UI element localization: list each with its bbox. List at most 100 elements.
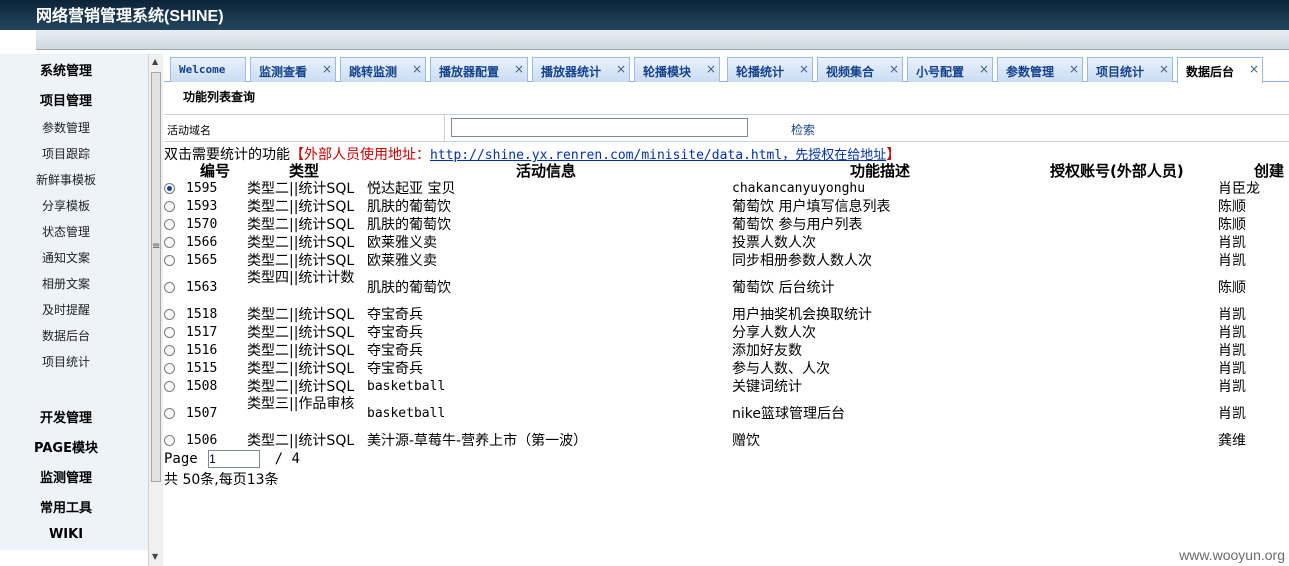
table-row[interactable]: 1563 类型四||统计计数 肌肤的葡萄饮 葡萄饮 后台统计 陈顺: [164, 270, 1289, 306]
tab-data-backend[interactable]: 数据后台 ×: [1177, 57, 1263, 83]
sidebar-item-album-copy[interactable]: 相册文案: [0, 275, 132, 292]
close-icon[interactable]: ×: [979, 62, 989, 76]
table-row[interactable]: 1565 类型二||统计SQL 欧莱雅义卖 同步相册参数人数人次 肖凯: [164, 252, 1289, 270]
external-access-link[interactable]: http://shine.yx.renren.com/minisite/data…: [430, 148, 886, 163]
table-row[interactable]: 1595 类型二||统计SQL 悦达起亚 宝贝 chakancanyuyongh…: [164, 180, 1289, 198]
search-input[interactable]: [451, 118, 748, 137]
cell-id: 1565: [186, 253, 218, 268]
sidebar-group-monitor[interactable]: 监测管理: [0, 467, 132, 486]
table-row[interactable]: 1506 类型二||统计SQL 美汁源-草莓牛-营养上市（第一波） 赠饮 龚维: [164, 432, 1289, 450]
scroll-thumb[interactable]: [151, 72, 161, 482]
table-row[interactable]: 1593 类型二||统计SQL 肌肤的葡萄饮 葡萄饮 用户填写信息列表 陈顺: [164, 198, 1289, 216]
cell-creator: 龚维: [1218, 433, 1246, 449]
tab-carousel-module[interactable]: 轮播模块 ×: [634, 57, 720, 82]
cell-activity: 肌肤的葡萄饮: [367, 217, 451, 233]
sidebar-group-wiki[interactable]: WIKI: [0, 527, 132, 542]
table-row[interactable]: 1508 类型二||统计SQL basketball 关键词统计 肖凯: [164, 378, 1289, 396]
header-subbar: [36, 30, 1289, 50]
cell-type: 类型二||统计SQL: [247, 307, 355, 323]
row-radio[interactable]: [164, 201, 175, 212]
tab-alt-account-config[interactable]: 小号配置 ×: [907, 57, 993, 82]
close-icon[interactable]: ×: [1159, 62, 1169, 76]
cell-activity: basketball: [367, 379, 446, 394]
row-radio[interactable]: [164, 309, 175, 320]
sidebar-group-system[interactable]: 系统管理: [0, 60, 132, 79]
close-icon[interactable]: ×: [1249, 62, 1259, 76]
tab-player-stats[interactable]: 播放器统计 ×: [532, 57, 630, 82]
sidebar-item-params[interactable]: 参数管理: [0, 119, 132, 136]
close-icon[interactable]: ×: [889, 62, 899, 76]
tab-player-config[interactable]: 播放器配置 ×: [430, 57, 528, 82]
sidebar-group-page[interactable]: PAGE模块: [0, 437, 132, 456]
cell-activity: 悦达起亚 宝贝: [367, 181, 456, 197]
search-button[interactable]: 检索: [791, 121, 815, 138]
close-icon[interactable]: ×: [799, 62, 809, 76]
page-number-input[interactable]: [208, 450, 261, 468]
tab-redirect-monitor[interactable]: 跳转监测 ×: [340, 57, 426, 82]
cell-id: 1570: [186, 217, 218, 232]
cell-creator: 肖凯: [1218, 343, 1246, 359]
row-radio[interactable]: [164, 282, 175, 293]
close-icon[interactable]: ×: [616, 62, 626, 76]
cell-id: 1518: [186, 307, 218, 322]
tab-project-stats[interactable]: 项目统计 ×: [1087, 57, 1173, 82]
table-row[interactable]: 1516 类型二||统计SQL 夺宝奇兵 添加好友数 肖凯: [164, 342, 1289, 360]
close-icon[interactable]: ×: [412, 62, 422, 76]
close-icon[interactable]: ×: [1069, 62, 1079, 76]
tab-params[interactable]: 参数管理 ×: [997, 57, 1083, 82]
sidebar-scrollbar[interactable]: ▲ ≡ ▼: [148, 54, 163, 566]
close-icon[interactable]: ×: [514, 62, 524, 76]
tab-video-collection[interactable]: 视频集合 ×: [817, 57, 903, 82]
scroll-up-icon[interactable]: ▲: [152, 57, 158, 66]
row-radio[interactable]: [164, 237, 175, 248]
cell-desc: nike篮球管理后台: [732, 406, 845, 422]
cell-activity: basketball: [367, 406, 446, 421]
cell-type: 类型二||统计SQL: [247, 343, 355, 359]
cell-type: 类型二||统计SQL: [247, 199, 355, 215]
table-row[interactable]: 1566 类型二||统计SQL 欧莱雅义卖 投票人数人次 肖凯: [164, 234, 1289, 252]
sidebar-item-feed-template[interactable]: 新鲜事模板: [0, 171, 132, 188]
row-radio[interactable]: [164, 381, 175, 392]
search-label: 活动域名: [167, 124, 211, 137]
tab-label: 播放器统计: [541, 65, 602, 79]
row-radio[interactable]: [164, 408, 175, 419]
sidebar-item-tracking[interactable]: 项目跟踪: [0, 145, 132, 162]
sidebar-item-notice-copy[interactable]: 通知文案: [0, 249, 132, 266]
row-radio[interactable]: [164, 345, 175, 356]
sidebar-item-data-backend[interactable]: 数据后台: [0, 327, 132, 344]
tab-label: 小号配置: [916, 65, 965, 79]
table-row[interactable]: 1570 类型二||统计SQL 肌肤的葡萄饮 葡萄饮 参与用户列表 陈顺: [164, 216, 1289, 234]
table-row[interactable]: 1518 类型二||统计SQL 夺宝奇兵 用户抽奖机会换取统计 肖凯: [164, 306, 1289, 324]
cell-desc: 赠饮: [732, 433, 760, 449]
row-radio[interactable]: [164, 219, 175, 230]
cell-creator: 肖凯: [1218, 235, 1246, 251]
sidebar-item-reminder[interactable]: 及时提醒: [0, 301, 132, 318]
row-radio[interactable]: [164, 255, 175, 266]
close-icon[interactable]: ×: [706, 62, 716, 76]
table-row[interactable]: 1507 类型三||作品审核 basketball nike篮球管理后台 肖凯: [164, 396, 1289, 432]
tab-welcome[interactable]: Welcome: [170, 57, 246, 82]
sidebar-group-project[interactable]: 项目管理: [0, 90, 132, 109]
tab-monitor-view[interactable]: 监测查看 ×: [250, 57, 336, 82]
table-row[interactable]: 1517 类型二||统计SQL 夺宝奇兵 分享人数人次 肖凯: [164, 324, 1289, 342]
row-radio[interactable]: [164, 183, 175, 194]
row-radio[interactable]: [164, 327, 175, 338]
cell-id: 1508: [186, 379, 218, 394]
cell-type: 类型二||统计SQL: [247, 325, 355, 341]
scroll-down-icon[interactable]: ▼: [152, 552, 158, 561]
pager: Page / 4: [164, 450, 300, 468]
cell-creator: 肖凯: [1218, 406, 1246, 422]
sidebar-item-status[interactable]: 状态管理: [0, 223, 132, 240]
close-icon[interactable]: ×: [322, 62, 332, 76]
row-radio[interactable]: [164, 363, 175, 374]
table-row[interactable]: 1515 类型二||统计SQL 夺宝奇兵 参与人数、人次 肖凯: [164, 360, 1289, 378]
cell-id: 1507: [186, 406, 218, 421]
tab-carousel-stats[interactable]: 轮播统计 ×: [727, 57, 813, 82]
sidebar-group-tools[interactable]: 常用工具: [0, 497, 132, 516]
cell-type: 类型四||统计计数: [247, 270, 355, 286]
sidebar-item-project-stats[interactable]: 项目统计: [0, 353, 132, 370]
sidebar-group-dev[interactable]: 开发管理: [0, 407, 132, 426]
row-radio[interactable]: [164, 435, 175, 446]
sidebar-item-share-template[interactable]: 分享模板: [0, 197, 132, 214]
cell-desc: 投票人数人次: [732, 235, 816, 251]
